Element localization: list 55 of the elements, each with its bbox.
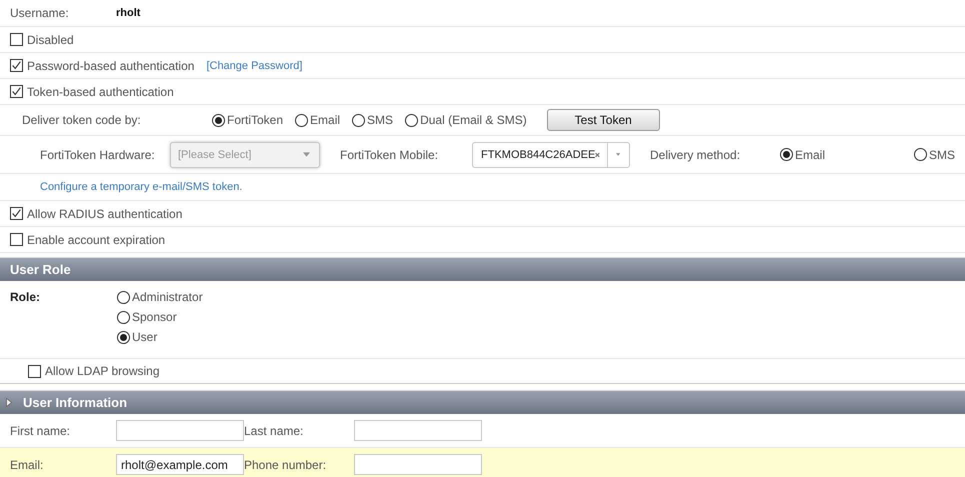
- checkbox[interactable]: [10, 85, 23, 98]
- radio-label: Dual (Email & SMS): [420, 113, 527, 127]
- role-label: Role:: [10, 290, 41, 306]
- section-title: User Role: [10, 262, 71, 277]
- field-label: First name:: [10, 424, 72, 438]
- radio-button[interactable]: [780, 148, 793, 161]
- field-label: Last name:: [244, 424, 304, 438]
- radio-button[interactable]: [914, 148, 927, 161]
- radio-label: FortiToken: [227, 113, 284, 127]
- radio-label: SMS: [928, 148, 955, 162]
- radio-button[interactable]: [117, 290, 130, 304]
- radio-label: Email: [310, 113, 340, 127]
- radio-button[interactable]: [117, 330, 130, 344]
- expand-arrow-icon[interactable]: [6, 398, 12, 407]
- field-label: Phone number:: [244, 458, 328, 472]
- username-value: rholt: [116, 7, 140, 19]
- delivery-method-label: Delivery method:: [650, 148, 742, 162]
- radio-button[interactable]: [405, 114, 418, 126]
- input-field[interactable]: rholt@example.com: [116, 454, 244, 475]
- checkbox[interactable]: [10, 59, 23, 72]
- checkbox-label: Enable account expiration: [27, 232, 166, 246]
- radio-label: Email: [795, 148, 826, 162]
- checkbox-label: Token-based authentication: [27, 84, 174, 98]
- caret-icon: [303, 152, 310, 157]
- input-field[interactable]: [354, 420, 482, 441]
- checkbox[interactable]: [28, 364, 41, 378]
- configure-token-link[interactable]: Configure a temporary e-mail/SMS token.: [40, 181, 242, 193]
- radio-label: User: [132, 330, 158, 344]
- mobile-select[interactable]: FTKMOB844C26ADEE: [472, 142, 630, 168]
- deliver-label: Deliver token code by:: [22, 113, 142, 127]
- change-password-link[interactable]: [Change Password]: [206, 60, 302, 72]
- radio-button[interactable]: [295, 114, 308, 126]
- field-label: Email:: [10, 458, 44, 472]
- mobile-label: FortiToken Mobile:: [340, 148, 440, 162]
- input-field[interactable]: [354, 454, 482, 475]
- hardware-label: FortiToken Hardware:: [40, 148, 156, 162]
- username-label: Username:: [10, 6, 70, 20]
- checkbox-label: Allow LDAP browsing: [45, 364, 160, 378]
- test-token-button[interactable]: Test Token: [546, 109, 660, 131]
- radio-label: Administrator: [132, 290, 203, 304]
- input-field[interactable]: [116, 420, 244, 441]
- caret-icon: [616, 152, 620, 157]
- radio-label: SMS: [367, 113, 394, 127]
- checkbox-label: Disabled: [27, 32, 74, 46]
- checkbox[interactable]: [10, 233, 23, 246]
- checkbox-label: Password-based authentication: [27, 58, 194, 72]
- clear-icon[interactable]: [595, 150, 600, 158]
- checkbox[interactable]: [10, 33, 23, 46]
- section-title: User Information: [23, 395, 128, 410]
- radio-button[interactable]: [352, 114, 366, 126]
- checkbox-label: Allow RADIUS authentication: [27, 206, 182, 220]
- radio-label: Sponsor: [132, 310, 177, 324]
- radio-button[interactable]: [212, 114, 225, 126]
- radio-button[interactable]: [117, 310, 130, 324]
- checkbox[interactable]: [10, 207, 23, 220]
